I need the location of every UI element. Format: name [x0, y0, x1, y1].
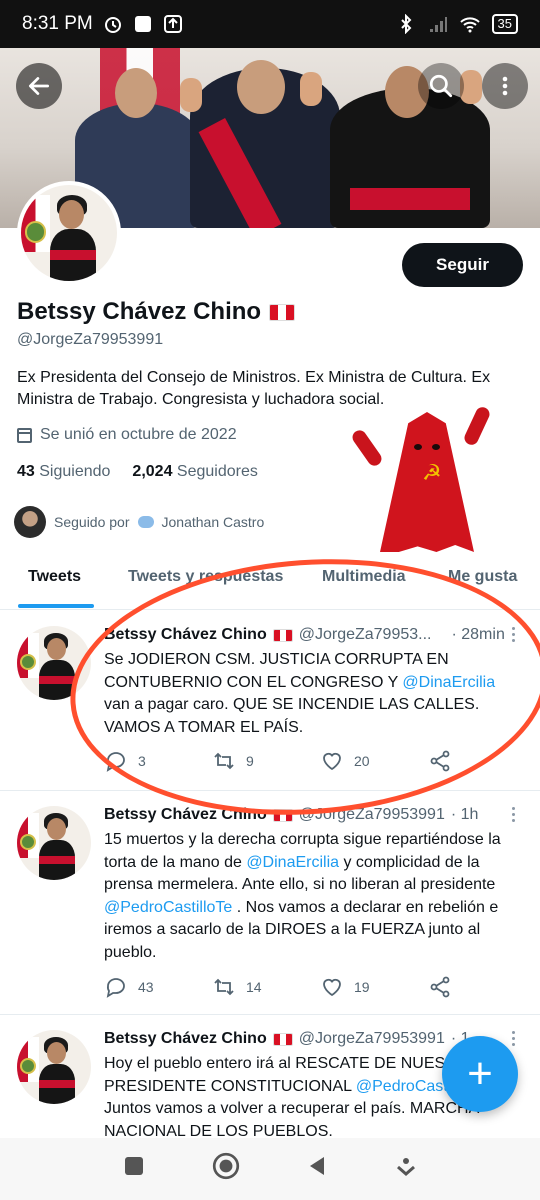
profile-handle: @JorgeZa79953991	[17, 331, 164, 348]
follow-button[interactable]: Seguir	[402, 243, 523, 287]
tweet-author[interactable]: Betssy Chávez Chino	[104, 626, 267, 644]
status-bar: 8:31 PM 35	[0, 0, 540, 48]
plus-icon: +	[467, 1049, 493, 1098]
peru-flag-icon	[272, 808, 293, 822]
calendar-icon	[17, 427, 32, 443]
profile-avatar[interactable]	[17, 181, 121, 285]
search-button[interactable]	[418, 63, 464, 109]
back-button[interactable]	[16, 63, 62, 109]
followed-by-prefix: Seguido por	[54, 514, 130, 530]
tweet-text: Se JODIERON CSM. JUSTICIA CORRUPTA EN CO…	[104, 651, 496, 736]
share-icon	[430, 750, 450, 772]
tweet[interactable]: Betssy Chávez Chino @JorgeZa79953... · 2…	[0, 611, 540, 791]
retweet-icon	[214, 752, 234, 770]
arrow-left-icon	[28, 77, 50, 95]
tweet-handle: @JorgeZa79953991	[298, 806, 445, 823]
tweet-time: · 1h	[450, 806, 479, 823]
tweet-author[interactable]: Betssy Chávez Chino	[104, 1030, 267, 1048]
joined-text: Se unió en octubre de 2022	[40, 426, 237, 443]
tweet-handle: @JorgeZa79953991	[298, 1030, 445, 1047]
hammer-sickle-icon: ☭	[422, 460, 442, 485]
tweet-avatar[interactable]	[17, 806, 91, 880]
followers-link[interactable]: 2,024 Seguidores	[132, 463, 257, 481]
reply-button[interactable]: 3	[104, 749, 212, 773]
signal-icon	[428, 14, 448, 34]
back-triangle-icon[interactable]	[305, 1154, 329, 1185]
joined-date: Se unió en octubre de 2022	[17, 426, 237, 444]
more-options-button[interactable]	[482, 63, 528, 109]
tweet-avatar[interactable]	[17, 1030, 91, 1104]
retweet-button[interactable]: 14	[212, 975, 320, 999]
like-button[interactable]: 20	[320, 749, 428, 773]
peru-flag-icon	[272, 1032, 293, 1046]
share-button[interactable]	[428, 749, 536, 773]
peru-flag-icon	[269, 303, 296, 321]
share-icon	[430, 976, 450, 998]
retweet-button[interactable]: 9	[212, 749, 320, 773]
profile-tabs: Tweets Tweets y respuestas Multimedia Me…	[0, 556, 540, 610]
heart-icon	[323, 978, 341, 997]
like-button[interactable]: 19	[320, 975, 428, 999]
tweet-actions: 43 14 19	[104, 975, 536, 999]
tweet-header: Betssy Chávez Chino @JorgeZa79953991 · 1	[104, 1030, 470, 1048]
tab-tweets[interactable]: Tweets	[28, 568, 81, 586]
mention-link[interactable]: @PedroCast	[356, 1078, 448, 1095]
reply-icon	[106, 978, 125, 998]
home-icon[interactable]	[211, 1151, 241, 1188]
tweet-avatar[interactable]	[17, 626, 91, 700]
mention-link[interactable]: @DinaErcilia	[246, 854, 339, 871]
tweet-actions: 3 9 20	[104, 749, 536, 773]
tweet-text: 15 muertos y la derecha corrupta sigue r…	[104, 831, 501, 961]
red-cloak-sticker: ☭	[349, 400, 492, 560]
alarm-icon	[103, 14, 123, 34]
recents-icon[interactable]	[122, 1154, 146, 1185]
tweet-time: · 28min	[451, 626, 505, 643]
compose-tweet-button[interactable]: +	[442, 1036, 518, 1112]
tweet-more-button[interactable]	[512, 807, 516, 823]
active-tab-indicator	[18, 604, 94, 608]
followed-by[interactable]: Seguido por Jonathan Castro	[14, 506, 264, 538]
peru-flag-icon	[272, 628, 293, 642]
followed-by-name: Jonathan Castro	[161, 514, 265, 530]
mention-link[interactable]: @PedroCastilloTe	[104, 899, 232, 916]
tweet-header: Betssy Chávez Chino @JorgeZa79953... · 2…	[104, 626, 505, 644]
bluetooth-icon	[396, 13, 416, 35]
tweet-header: Betssy Chávez Chino @JorgeZa79953991 · 1…	[104, 806, 478, 824]
retweet-icon	[214, 978, 234, 996]
share-button[interactable]	[428, 975, 536, 999]
profile-name-text: Betssy Chávez Chino	[17, 298, 262, 325]
vertical-dots-icon	[502, 76, 508, 96]
follower-avatar	[14, 506, 46, 538]
profile-name: Betssy Chávez Chino	[17, 298, 296, 326]
reply-button[interactable]: 43	[104, 975, 212, 999]
follow-stats: 43 Siguiendo 2,024 Seguidores	[17, 463, 258, 481]
tab-tweets-replies[interactable]: Tweets y respuestas	[128, 568, 283, 586]
tweet-handle: @JorgeZa79953...	[298, 626, 432, 643]
wifi-icon	[459, 14, 480, 34]
speech-bubble-icon	[137, 516, 154, 528]
tweet-more-button[interactable]	[512, 627, 516, 643]
tab-media[interactable]: Multimedia	[322, 568, 406, 586]
upload-icon	[163, 14, 183, 34]
tab-likes[interactable]: Me gusta	[448, 568, 517, 586]
notification-square-icon	[133, 14, 153, 34]
status-time: 8:31 PM	[22, 13, 93, 34]
assistant-icon[interactable]	[394, 1154, 418, 1185]
tweet-author[interactable]: Betssy Chávez Chino	[104, 806, 267, 824]
following-link[interactable]: 43 Siguiendo	[17, 463, 110, 481]
tweet-more-button[interactable]	[512, 1031, 516, 1047]
system-nav-bar	[0, 1138, 540, 1200]
tweet[interactable]: Betssy Chávez Chino @JorgeZa79953991 · 1…	[0, 791, 540, 1015]
mention-link[interactable]: @DinaErcilia	[402, 674, 495, 691]
search-icon	[429, 74, 453, 98]
heart-icon	[323, 752, 341, 771]
reply-icon	[106, 752, 125, 772]
battery-indicator: 35	[491, 14, 518, 34]
